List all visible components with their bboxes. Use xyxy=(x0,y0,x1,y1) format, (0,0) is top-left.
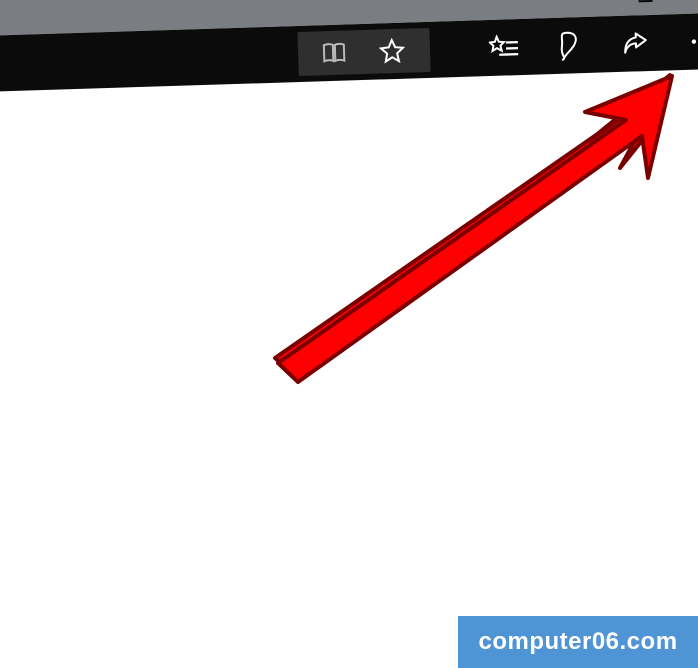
close-button[interactable] xyxy=(688,0,698,14)
star-list-icon xyxy=(489,34,520,61)
reading-view-button[interactable] xyxy=(318,36,351,69)
notes-button[interactable] xyxy=(553,29,586,62)
book-icon xyxy=(321,40,348,67)
address-bar-actions xyxy=(297,28,430,76)
settings-more-button[interactable] xyxy=(685,25,698,58)
watermark-bar: computer06.com xyxy=(458,616,698,668)
favorite-button[interactable] xyxy=(376,35,409,68)
share-button[interactable] xyxy=(619,27,652,60)
share-icon xyxy=(622,30,651,57)
watermark-text: computer06.com xyxy=(478,628,677,656)
screenshot-stage: computer06.com xyxy=(0,0,698,668)
hub-button[interactable] xyxy=(488,31,521,64)
more-icon xyxy=(689,28,698,55)
minimize-icon xyxy=(574,0,593,4)
page-content xyxy=(0,96,698,668)
minimize-button[interactable] xyxy=(560,0,607,18)
pen-icon xyxy=(557,30,584,61)
maximize-button[interactable] xyxy=(624,0,671,16)
window-chrome xyxy=(0,0,698,92)
toolbar-actions xyxy=(488,25,698,64)
restore-icon xyxy=(637,0,658,3)
star-icon xyxy=(379,38,406,65)
